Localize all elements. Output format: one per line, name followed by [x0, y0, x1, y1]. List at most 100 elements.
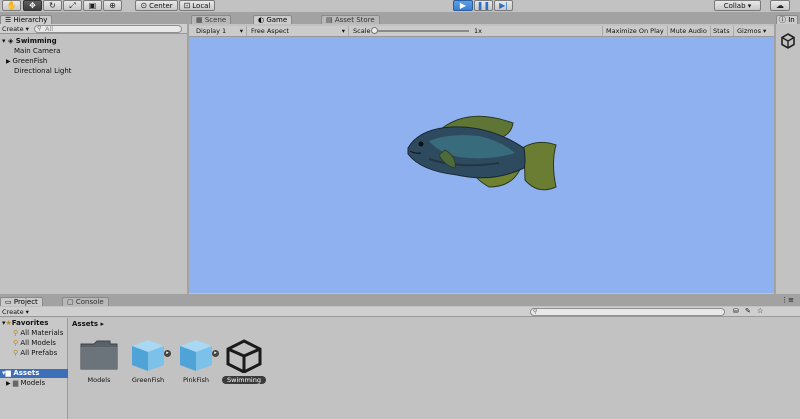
mute-audio-toggle[interactable]: Mute Audio — [667, 26, 711, 36]
favorites-label: Favorites — [11, 319, 49, 327]
unity-logo-icon — [779, 32, 797, 50]
rect-icon: ▣ — [88, 0, 97, 10]
hierarchy-item[interactable]: Main Camera — [0, 47, 187, 56]
cloud-button[interactable]: ☁ — [770, 0, 790, 11]
favorites-row[interactable]: ▾★Favorites — [2, 319, 48, 328]
cloud-icon: ☁ — [776, 0, 784, 10]
tree-item-models[interactable]: ▶ ▆ Models — [6, 379, 45, 388]
maximize-on-play-toggle[interactable]: Maximize On Play — [602, 26, 668, 36]
project-search-input[interactable]: ⚲ — [530, 308, 725, 316]
tab-project[interactable]: ▭ Project — [0, 297, 43, 306]
expand-prefab-icon[interactable]: ▸ — [164, 350, 171, 357]
scale-control: Scale 1x — [350, 26, 490, 36]
asset-label: PinkFish — [182, 376, 210, 384]
assets-root-row[interactable]: ▾▆ Assets — [0, 369, 68, 378]
expand-prefab-icon[interactable]: ▸ — [212, 350, 219, 357]
favorite-item[interactable]: ⚲ All Models — [13, 339, 56, 348]
tab-game[interactable]: ◐ Game — [253, 15, 293, 24]
gizmos-dropdown[interactable]: Gizmos ▾ — [734, 26, 769, 36]
hierarchy-create-button[interactable]: Create ▾ — [2, 25, 29, 33]
search-icon: ⚲ — [37, 25, 42, 32]
space-label: Local — [192, 1, 211, 10]
favorite-item[interactable]: ⚲ All Materials — [13, 329, 63, 338]
hierarchy-tab-label: Hierarchy — [13, 16, 48, 24]
step-icon: ▶| — [499, 0, 508, 10]
search-folder-icon: ⚲ — [13, 329, 19, 337]
tab-asset-store[interactable]: ▤ Asset Store — [321, 15, 380, 24]
step-button[interactable]: ▶| — [494, 0, 513, 11]
tab-inspector[interactable]: ⓘ In — [776, 15, 798, 24]
collab-button[interactable]: Collab ▾ — [714, 0, 761, 11]
fish-model — [407, 115, 557, 191]
tree-item-label: Models — [20, 379, 46, 387]
game-tab-label: Game — [266, 16, 288, 24]
play-button[interactable]: ▶ — [453, 0, 473, 11]
project-panel: ▭ Project ▢ Console ⋮≡ Create ▾ ⚲ ⛁ ✎ ☆ … — [0, 296, 800, 419]
inspector-panel: ⓘ In — [776, 14, 800, 294]
collapse-arrow-icon: ▶ — [6, 380, 11, 387]
scale-value: 1x — [474, 27, 482, 35]
folder-icon: ▆ — [5, 369, 11, 377]
project-tab-label: Project — [13, 298, 38, 306]
hierarchy-toolbar: Create ▾ ⚲ All — [0, 24, 187, 34]
inspector-tabbar: ⓘ In — [776, 14, 800, 24]
play-icon: ▶ — [459, 0, 467, 10]
hierarchy-item[interactable]: Directional Light — [0, 67, 187, 76]
favorite-item[interactable]: ⚲ All Prefabs — [13, 349, 57, 358]
hand-tool-button[interactable]: ✋ — [2, 0, 21, 11]
pivot-toggle[interactable]: ⊙ Center — [135, 0, 178, 11]
console-tab-label: Console — [75, 298, 104, 306]
favorite-star-icon[interactable]: ☆ — [757, 307, 763, 315]
rotate-tool-button[interactable]: ↻ — [43, 0, 62, 11]
aspect-dropdown[interactable]: Free Aspect ▾ — [248, 26, 349, 36]
scale-tool-button[interactable]: ⤢ — [63, 0, 82, 11]
inspector-tab-label: In — [788, 16, 795, 24]
project-icon: ▭ — [5, 298, 14, 306]
project-create-button[interactable]: Create ▾ — [2, 308, 29, 316]
tab-scene[interactable]: ▦ Scene — [191, 15, 232, 24]
scale-label: Scale — [353, 27, 371, 35]
stats-toggle[interactable]: Stats — [710, 26, 734, 36]
prefab-cube-icon — [132, 340, 164, 371]
game-view[interactable] — [189, 37, 774, 293]
rect-tool-button[interactable]: ▣ — [83, 0, 102, 11]
scene-tab-icon: ▦ — [196, 16, 205, 24]
scale-slider-thumb[interactable] — [371, 27, 378, 34]
hierarchy-search-placeholder: All — [45, 25, 54, 33]
breadcrumb[interactable]: Assets ▸ — [72, 320, 104, 328]
main-toolbar: ✋ ✥ ↻ ⤢ ▣ ⊕ ⊙ Center ⊡ Local ▶ ❚❚ ▶| Col… — [0, 0, 800, 12]
center-tabbar: ▦ Scene ◐ Game ▤ Asset Store — [189, 14, 774, 24]
display-label: Display 1 — [196, 27, 227, 35]
tab-console[interactable]: ▢ Console — [62, 297, 109, 306]
panel-menu-icon[interactable]: ⋮≡ — [781, 296, 794, 304]
hierarchy-panel: ☰ Hierarchy Create ▾ ⚲ All ▾ ◈ Swimming … — [0, 14, 187, 294]
pause-icon: ❚❚ — [476, 0, 491, 10]
move-tool-button[interactable]: ✥ — [23, 0, 42, 11]
folder-icon: ▆ — [12, 379, 19, 387]
aspect-label: Free Aspect — [251, 27, 289, 35]
local-icon: ⊡ — [183, 0, 191, 10]
favorite-label: All Prefabs — [20, 349, 58, 357]
dropdown-icon: ▾ — [239, 27, 243, 35]
transform-tool-button[interactable]: ⊕ — [103, 0, 122, 11]
hand-icon: ✋ — [6, 0, 17, 10]
hierarchy-item-label: GreenFish — [12, 57, 48, 65]
tab-hierarchy[interactable]: ☰ Hierarchy — [0, 15, 53, 24]
pause-button[interactable]: ❚❚ — [474, 0, 493, 11]
expand-arrow-icon: ▾ — [2, 37, 6, 45]
display-dropdown[interactable]: Display 1 ▾ — [193, 26, 247, 36]
filter-type-icon[interactable]: ⛁ — [733, 307, 739, 315]
scene-name: Swimming — [15, 37, 57, 45]
filter-label-icon[interactable]: ✎ — [745, 307, 751, 315]
favorite-label: All Models — [20, 339, 56, 347]
scene-tab-label: Scene — [204, 16, 227, 24]
scale-slider[interactable] — [371, 27, 469, 34]
hierarchy-icon: ☰ — [5, 16, 14, 24]
unity-scene-icon: ◈ — [7, 37, 14, 45]
search-icon: ⚲ — [533, 308, 538, 315]
hierarchy-search-input[interactable]: ⚲ All — [34, 25, 182, 33]
scene-row[interactable]: ▾ ◈ Swimming — [0, 37, 187, 46]
transform-icon: ⊕ — [109, 0, 116, 10]
hierarchy-item[interactable]: ▶ GreenFish — [0, 57, 187, 66]
space-toggle[interactable]: ⊡ Local — [179, 0, 215, 11]
